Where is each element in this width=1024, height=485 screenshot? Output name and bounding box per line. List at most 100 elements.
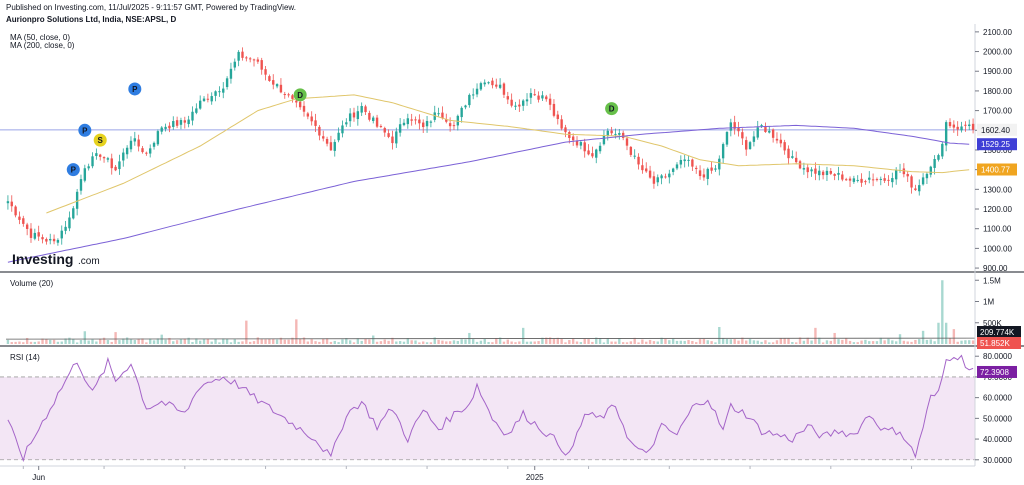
volume-bar	[948, 338, 952, 344]
candle-body	[671, 168, 675, 172]
volume-bar	[679, 340, 683, 344]
candle-body	[844, 179, 848, 181]
candle-body	[702, 174, 706, 178]
event-marker-label: P	[71, 166, 77, 175]
candle-body	[133, 138, 137, 142]
candle-body	[464, 105, 467, 108]
candle-body	[645, 168, 648, 172]
volume-bar	[795, 342, 798, 344]
candle-body	[829, 170, 832, 174]
candle-body	[79, 179, 83, 191]
rsi-tick-label: 30.0000	[983, 456, 1012, 465]
price-tick-label: 2000.00	[983, 48, 1012, 57]
price-tick-label: 1100.00	[983, 225, 1012, 234]
volume-bar	[133, 340, 137, 344]
volume-bar	[202, 339, 206, 344]
candle-body	[279, 84, 283, 93]
candle-body	[245, 57, 248, 59]
candle-body	[548, 98, 552, 105]
candle-body	[933, 158, 936, 168]
ma200-line	[7, 124, 970, 263]
candle-body	[587, 150, 590, 155]
candle-body	[691, 159, 694, 167]
candle-body	[918, 185, 921, 192]
volume-bar	[745, 340, 748, 344]
volume-bar	[783, 338, 786, 344]
volume-bar	[33, 341, 37, 344]
volume-bar	[333, 340, 336, 344]
candle-body	[345, 122, 348, 125]
volume-bar	[472, 339, 475, 344]
volume-bar	[183, 338, 186, 344]
volume-tick-label: 1.5M	[983, 276, 1001, 285]
volume-bar	[395, 341, 398, 344]
candle-body	[521, 100, 525, 106]
event-marker-label: D	[297, 91, 303, 100]
volume-bar	[829, 340, 832, 344]
volume-bar	[664, 338, 667, 344]
candle-body	[868, 177, 871, 180]
volume-bar	[422, 341, 425, 344]
candle-body	[952, 124, 956, 128]
candle-body	[283, 94, 286, 96]
candle-body	[291, 95, 294, 99]
volume-bar	[775, 340, 779, 344]
candle-body	[18, 216, 21, 220]
tradingview-chart[interactable]: P P S P D D 2100.00 2000.00 1900.00 1800.00 1700.…	[0, 0, 1024, 485]
volume-bar	[214, 338, 217, 344]
volume-bar	[614, 341, 617, 344]
volume-bar	[418, 342, 421, 344]
volume-bar	[764, 340, 767, 344]
candle-body	[87, 166, 90, 169]
candle-body	[368, 112, 371, 120]
volume-bar	[698, 339, 702, 344]
candle-body	[118, 161, 121, 170]
candle-body	[325, 138, 329, 144]
candle-body	[795, 157, 798, 163]
candle-body	[695, 167, 698, 170]
investing-watermark: Investing .com	[12, 251, 100, 267]
candle-body	[475, 88, 479, 95]
candle-body	[821, 171, 825, 176]
candle-body	[675, 164, 679, 169]
volume-bar	[475, 341, 479, 344]
candle-body	[764, 126, 767, 133]
volume-bar	[487, 342, 490, 344]
candle-body	[625, 138, 629, 146]
candle-body	[564, 127, 567, 133]
candle-body	[725, 131, 729, 145]
candle-body	[110, 158, 113, 169]
candle-body	[237, 51, 240, 61]
volume-bar	[368, 339, 371, 344]
volume-bar	[341, 339, 344, 344]
candle-body	[629, 146, 633, 155]
volume-bar	[6, 339, 10, 344]
candle-body	[887, 179, 890, 181]
candle-body	[452, 125, 456, 127]
volume-bar	[60, 341, 63, 344]
candle-body	[33, 232, 37, 239]
candle-body	[202, 98, 206, 102]
volume-bar	[410, 340, 413, 344]
candle-body	[487, 82, 490, 84]
volume-bar	[894, 341, 898, 344]
candle-body	[337, 132, 340, 141]
candle-body	[329, 142, 333, 151]
candle-body	[533, 94, 536, 96]
candle-body	[60, 230, 63, 239]
volume-bar	[402, 341, 406, 344]
volume-bar	[241, 341, 244, 344]
candle-body	[375, 117, 379, 127]
volume-bar	[272, 339, 275, 344]
volume-bar	[806, 337, 809, 344]
volume-bar	[206, 338, 210, 344]
candle-body	[787, 148, 790, 159]
volume-bar	[225, 338, 229, 344]
candle-body	[618, 132, 621, 135]
volume-bar	[860, 340, 863, 344]
volume-bar	[10, 342, 13, 344]
volume-bar	[360, 340, 363, 344]
candle-body	[595, 149, 598, 158]
candle-body	[6, 201, 10, 204]
price-tag-label: 1529.25	[981, 140, 1010, 149]
